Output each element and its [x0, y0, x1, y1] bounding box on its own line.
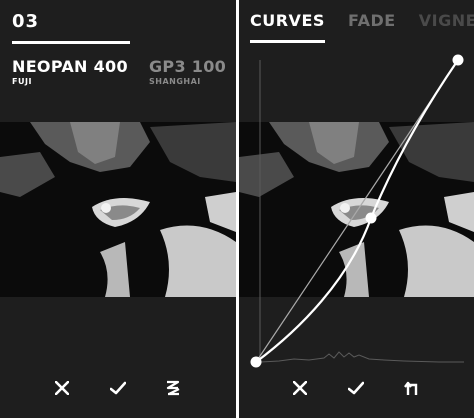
- film-index: 03: [12, 11, 40, 32]
- cancel-button[interactable]: [48, 374, 76, 402]
- undo-arrow-icon: [404, 381, 418, 395]
- check-icon: [110, 381, 126, 395]
- close-icon: [55, 381, 69, 395]
- zigzag-icon: [166, 380, 180, 396]
- tab-curves[interactable]: CURVES: [250, 11, 325, 43]
- film-selector-screen: 03 NEOPAN 400 FUJI GP3 100 SHANGHAI: [0, 0, 236, 418]
- confirm-button[interactable]: [104, 374, 132, 402]
- film-option-gp3[interactable]: GP3 100 SHANGHAI: [149, 57, 226, 86]
- curve-point-midtones[interactable]: [365, 212, 377, 224]
- cancel-button[interactable]: [286, 374, 314, 402]
- curve-point-highlights[interactable]: [452, 54, 464, 66]
- index-underline: [12, 41, 130, 44]
- reset-button[interactable]: [398, 374, 426, 402]
- curves-editor-screen: CURVES FADE VIGNET: [239, 0, 474, 418]
- tab-vignette[interactable]: VIGNET: [419, 11, 474, 30]
- film-maker: FUJI: [12, 77, 32, 86]
- check-icon: [348, 381, 364, 395]
- close-icon: [293, 381, 307, 395]
- film-option-neopan[interactable]: NEOPAN 400 FUJI: [12, 57, 128, 86]
- photo-preview: [0, 122, 236, 297]
- film-name: GP3 100: [149, 57, 227, 76]
- bottom-toolbar: [0, 358, 236, 418]
- confirm-button[interactable]: [342, 374, 370, 402]
- film-name: NEOPAN 400: [12, 57, 128, 76]
- adjustment-tabs: CURVES FADE VIGNET: [250, 11, 474, 43]
- tab-fade[interactable]: FADE: [348, 11, 396, 30]
- bottom-toolbar: [239, 358, 474, 418]
- randomize-button[interactable]: [159, 374, 187, 402]
- photo-preview: [239, 122, 474, 297]
- film-maker: SHANGHAI: [149, 77, 201, 86]
